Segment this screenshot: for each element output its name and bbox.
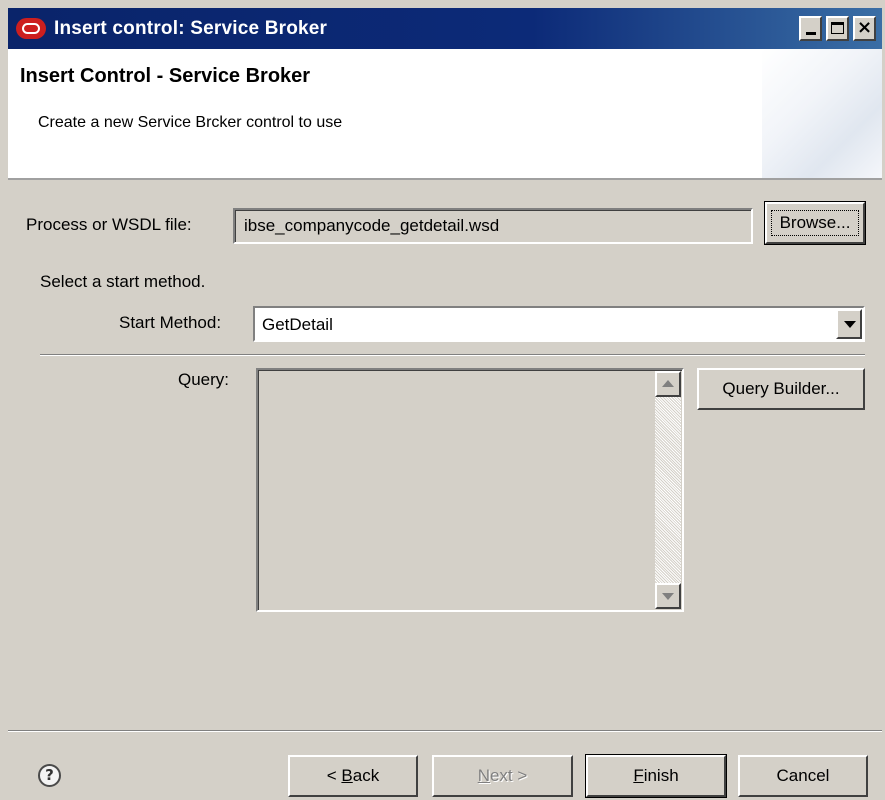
cancel-button-label: Cancel: [776, 766, 830, 785]
back-button-label: < Back: [326, 766, 380, 785]
maximize-icon: [831, 22, 844, 34]
dialog-window: Insert control: Service Broker × Insert …: [0, 0, 885, 800]
wizard-footer: ? < Back Next > Finish Cancel: [8, 730, 882, 800]
finish-button[interactable]: Finish: [585, 754, 727, 798]
select-start-method-prompt: Select a start method.: [40, 272, 206, 291]
browse-button[interactable]: Browse...: [764, 201, 866, 245]
wsdl-file-label: Process or WSDL file:: [26, 215, 192, 234]
wsdl-file-field[interactable]: ibse_companycode_getdetail.wsd: [233, 208, 753, 244]
close-icon: ×: [856, 17, 873, 38]
query-textarea[interactable]: [256, 368, 684, 612]
finish-button-label: Finish: [633, 766, 679, 785]
query-label: Query:: [178, 370, 230, 389]
window-title: Insert control: Service Broker: [54, 18, 328, 39]
close-button[interactable]: ×: [853, 16, 876, 41]
minimize-icon: [805, 32, 816, 35]
header-banner-graphic: [762, 49, 882, 178]
wsdl-file-value: ibse_companycode_getdetail.wsd: [244, 216, 500, 235]
maximize-button[interactable]: [826, 16, 849, 41]
title-bar[interactable]: Insert control: Service Broker ×: [8, 8, 882, 49]
start-method-value: GetDetail: [262, 315, 333, 334]
query-builder-label: Query Builder...: [722, 379, 840, 398]
dropdown-arrow-icon[interactable]: [836, 309, 862, 339]
query-scrollbar[interactable]: [655, 371, 681, 609]
scroll-down-icon[interactable]: [655, 583, 681, 609]
browse-button-label: Browse...: [771, 210, 859, 236]
query-builder-button[interactable]: Query Builder...: [697, 368, 865, 410]
start-method-select[interactable]: GetDetail: [253, 306, 865, 342]
back-button[interactable]: < Back: [288, 755, 418, 797]
separator: [40, 354, 865, 356]
minimize-button[interactable]: [799, 16, 822, 41]
wizard-body: Process or WSDL file: ibse_companycode_g…: [8, 182, 882, 730]
scroll-up-icon[interactable]: [655, 371, 681, 397]
cancel-button[interactable]: Cancel: [738, 755, 868, 797]
page-title: Insert Control - Service Broker: [20, 65, 311, 87]
next-button-label: Next >: [477, 766, 528, 785]
wizard-header: Insert Control - Service Broker Create a…: [8, 49, 882, 180]
page-description: Create a new Service Brcker control to u…: [38, 114, 343, 131]
next-button[interactable]: Next >: [432, 755, 573, 797]
start-method-label: Start Method:: [119, 313, 222, 332]
help-icon[interactable]: ?: [38, 764, 61, 787]
app-icon: [16, 18, 46, 39]
